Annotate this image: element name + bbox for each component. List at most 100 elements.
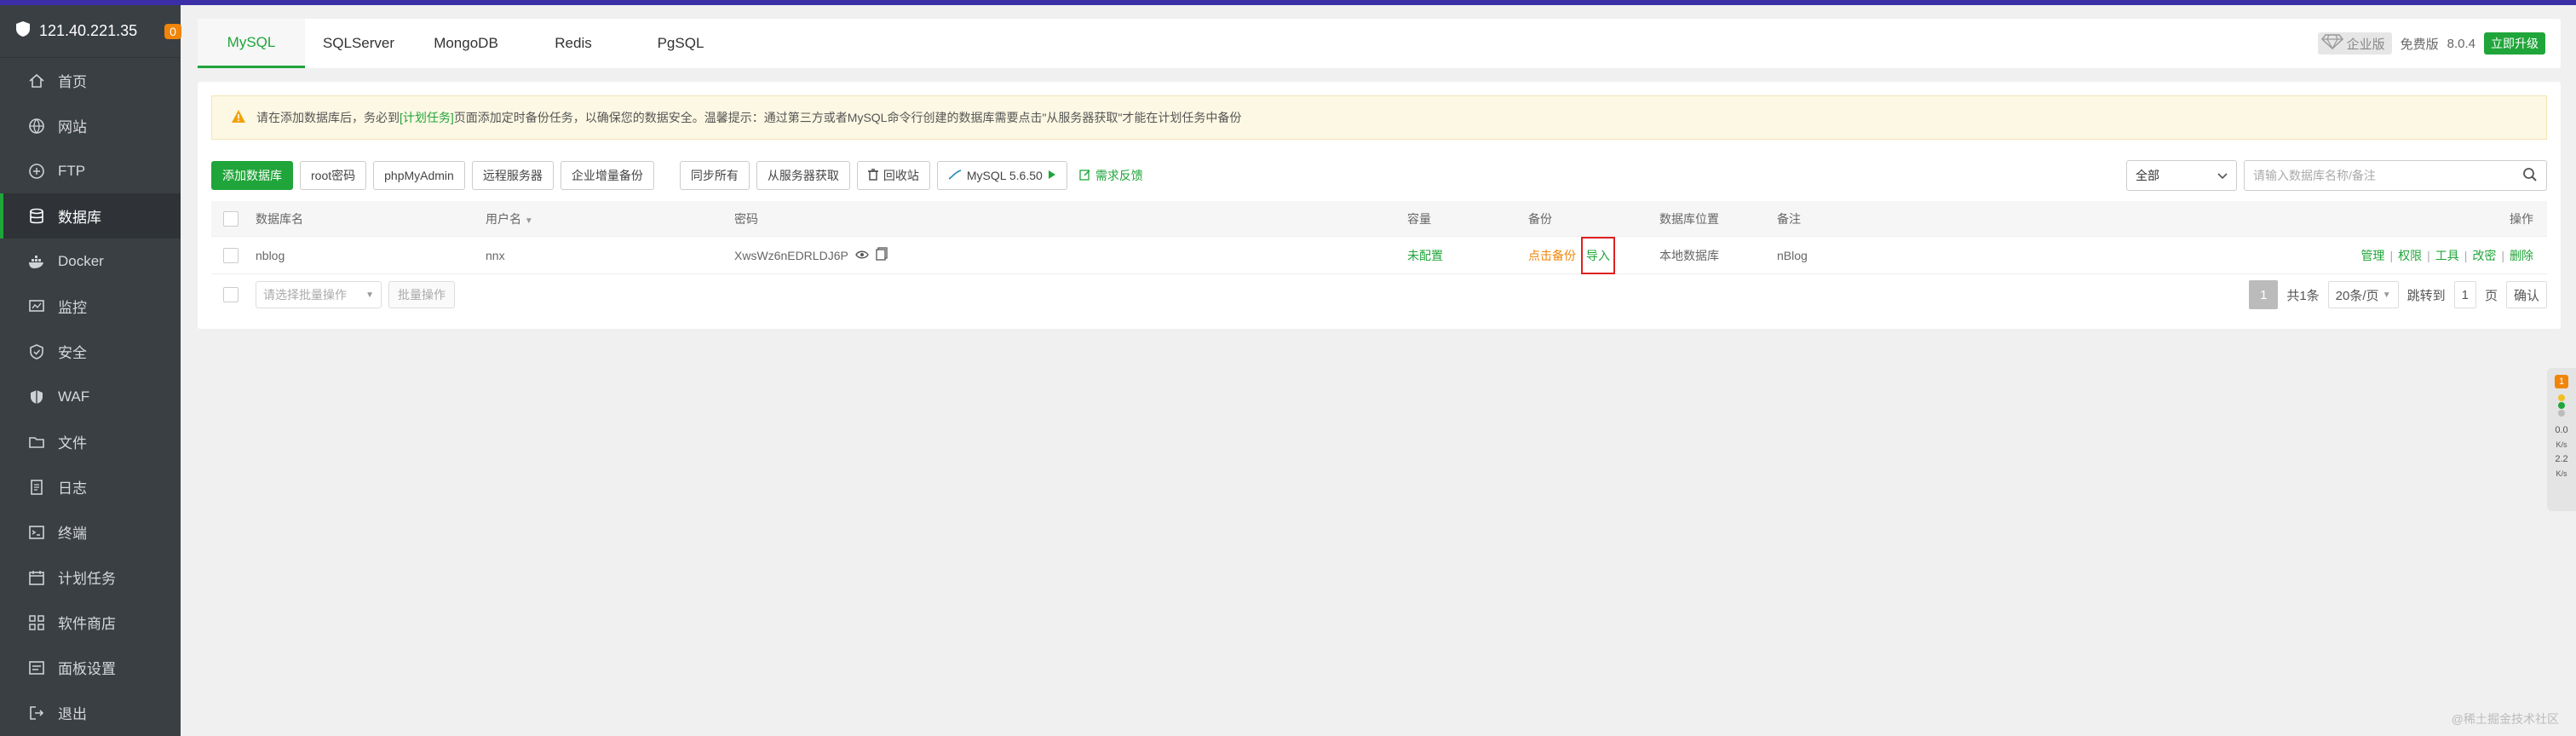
sidebar-item-8[interactable]: 文件: [0, 419, 181, 464]
sidebar-item-7[interactable]: WAF: [0, 374, 181, 419]
recycle-bin-button[interactable]: 回收站: [856, 161, 930, 190]
upload-speed: 0.0: [2555, 425, 2568, 435]
notification-badge[interactable]: 0: [164, 23, 181, 39]
sidebar-item-0[interactable]: 首页: [0, 58, 181, 103]
sidebar: 121.40.221.35 0 首页 网站 FTP 数据库 Docker 监控 安全 WAF 文…: [0, 5, 181, 736]
sidebar-item-2[interactable]: FTP: [0, 148, 181, 193]
float-badge[interactable]: 1: [2555, 375, 2568, 388]
cron-task-link[interactable]: [计划任务]: [400, 111, 454, 124]
sync-all-button[interactable]: 同步所有: [679, 161, 750, 190]
log-icon: [27, 478, 46, 497]
notice-text-part1: 请在添加数据库后，务必到: [256, 111, 400, 124]
sidebar-item-label: 网站: [58, 119, 87, 135]
tab-pgsql[interactable]: PgSQL: [627, 19, 734, 68]
col-location: 数据库位置: [1659, 211, 1719, 226]
row-checkbox[interactable]: [223, 247, 239, 263]
select-all-checkbox[interactable]: [223, 210, 239, 227]
search-icon[interactable]: [2522, 167, 2538, 185]
sidebar-item-6[interactable]: 安全: [0, 329, 181, 374]
add-database-button[interactable]: 添加数据库: [211, 161, 293, 190]
db-password: XwsWz6nEDRLDJ6P: [734, 248, 848, 262]
tab-sqlserver[interactable]: SQLServer: [305, 19, 412, 68]
manage-link[interactable]: 管理: [2360, 249, 2384, 262]
remote-server-button[interactable]: 远程服务器: [471, 161, 554, 190]
sidebar-item-label: WAF: [58, 388, 90, 405]
col-backup: 备份: [1528, 211, 1552, 226]
edition-label: 免费版: [2400, 37, 2439, 52]
traffic-light-icon: [2557, 394, 2566, 420]
category-select[interactable]: 全部: [2126, 160, 2237, 191]
edition-info: 企业版 免费版 8.0.4 立即升级: [2317, 32, 2545, 55]
db-user: nnx: [486, 248, 505, 262]
sidebar-item-label: 监控: [58, 300, 87, 316]
eye-icon[interactable]: [855, 249, 869, 262]
db-type-tabs: MySQL SQLServer MongoDB Redis PgSQL 企业版 …: [198, 19, 2561, 68]
permission-link[interactable]: 权限: [2398, 249, 2422, 262]
sidebar-item-5[interactable]: 监控: [0, 284, 181, 329]
footer-checkbox[interactable]: [223, 287, 239, 302]
fetch-from-server-button[interactable]: 从服务器获取: [756, 161, 850, 190]
sidebar-item-3[interactable]: 数据库: [0, 193, 181, 239]
enterprise-badge[interactable]: 企业版: [2317, 32, 2392, 55]
sidebar-item-9[interactable]: 日志: [0, 464, 181, 509]
sidebar-item-label: FTP: [58, 162, 86, 179]
top-accent-bar: [0, 0, 2576, 5]
batch-operation-select[interactable]: 请选择批量操作 ▼: [256, 281, 382, 308]
import-link[interactable]: 导入: [1581, 236, 1615, 274]
trash-icon: [867, 168, 878, 183]
phpmyadmin-button[interactable]: phpMyAdmin: [373, 161, 465, 190]
notice-text-part2: 页面添加定时备份任务，以确保您的数据安全。温馨提示：通过第三方或者MySQL命令…: [453, 111, 1242, 124]
chevron-down-icon: ▼: [365, 290, 374, 300]
filter-area: 全部 请输入数据库名称/备注: [2126, 160, 2547, 191]
upgrade-button[interactable]: 立即升级: [2484, 32, 2545, 55]
db-note[interactable]: nBlog: [1777, 249, 2322, 262]
jump-label: 跳转到: [2406, 288, 2446, 303]
sidebar-item-4[interactable]: Docker: [0, 239, 181, 284]
delete-link[interactable]: 删除: [2510, 249, 2533, 262]
download-speed: 2.2: [2555, 454, 2568, 464]
sort-icon[interactable]: ▼: [525, 216, 533, 226]
upload-unit: K/s: [2556, 440, 2567, 449]
chevron-down-icon: [2217, 169, 2228, 182]
network-float-widget[interactable]: 1 0.0 K/s 2.2 K/s: [2547, 368, 2576, 511]
mysql-version-button[interactable]: MySQL 5.6.50: [936, 161, 1067, 190]
search-input[interactable]: 请输入数据库名称/备注: [2244, 160, 2547, 191]
sidebar-item-13[interactable]: 面板设置: [0, 645, 181, 690]
sidebar-item-label: Docker: [58, 252, 104, 269]
feedback-link[interactable]: 需求反馈: [1079, 167, 1143, 184]
sidebar-item-12[interactable]: 软件商店: [0, 600, 181, 645]
sidebar-item-label: 退出: [58, 706, 87, 722]
toolbar: 添加数据库 root密码 phpMyAdmin 远程服务器 企业增量备份 同步所…: [211, 160, 2547, 191]
confirm-jump-button[interactable]: 确认: [2505, 281, 2547, 308]
batch-operation-button[interactable]: 批量操作: [388, 281, 455, 308]
enterprise-backup-button[interactable]: 企业增量备份: [560, 161, 654, 190]
enterprise-label: 企业版: [2346, 37, 2385, 52]
tab-mysql[interactable]: MySQL: [198, 19, 305, 68]
search-placeholder: 请输入数据库名称/备注: [2253, 169, 2376, 182]
feedback-label: 需求反馈: [1095, 169, 1143, 182]
sidebar-item-11[interactable]: 计划任务: [0, 555, 181, 600]
backup-link[interactable]: 点击备份: [1528, 247, 1576, 264]
sidebar-item-10[interactable]: 终端: [0, 509, 181, 555]
capacity-config-link[interactable]: 未配置: [1407, 247, 1528, 264]
table-row: nblog nnx XwsWz6nEDRLDJ6P 未配置 点击备份 导入 本地…: [211, 236, 2547, 274]
jump-input[interactable]: 1: [2453, 281, 2476, 308]
tab-mongodb[interactable]: MongoDB: [412, 19, 520, 68]
change-password-link[interactable]: 改密: [2472, 249, 2496, 262]
sidebar-item-14[interactable]: 退出: [0, 690, 181, 735]
sidebar-item-1[interactable]: 网站: [0, 103, 181, 148]
download-unit: K/s: [2556, 469, 2567, 478]
sidebar-item-label: 面板设置: [58, 661, 116, 677]
pagination: 1 共1条 20条/页 ▼ 跳转到 1 页 确认: [2249, 280, 2547, 309]
root-password-button[interactable]: root密码: [300, 161, 367, 190]
database-icon: [27, 207, 46, 226]
mysql-icon: [948, 169, 962, 183]
db-password-cell: XwsWz6nEDRLDJ6P: [734, 247, 1407, 263]
tab-redis[interactable]: Redis: [520, 19, 627, 68]
col-user[interactable]: 用户名 ▼: [486, 210, 734, 227]
per-page-select[interactable]: 20条/页 ▼: [2327, 281, 2399, 308]
page-current[interactable]: 1: [2249, 280, 2279, 309]
tools-link[interactable]: 工具: [2435, 249, 2459, 262]
notice-text: 请在添加数据库后，务必到[计划任务]页面添加定时备份任务，以确保您的数据安全。温…: [256, 109, 1241, 126]
copy-icon[interactable]: [876, 247, 888, 263]
